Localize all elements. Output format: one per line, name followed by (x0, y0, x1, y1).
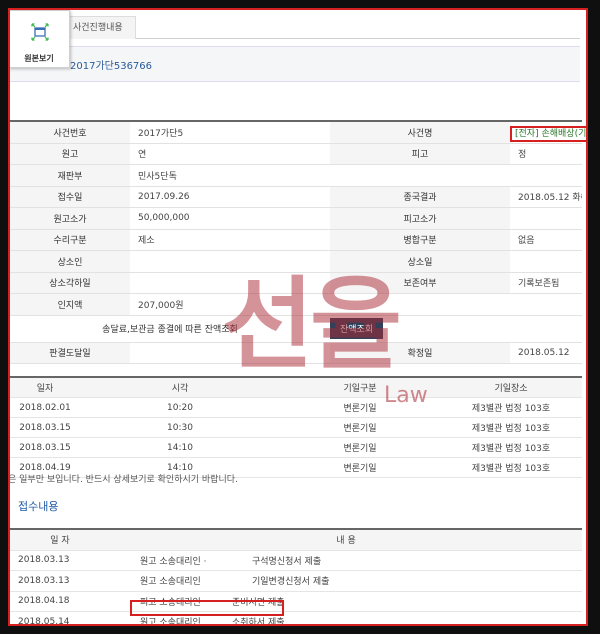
schedule-type: 변론기일 (280, 417, 440, 438)
table-row: 2018.03.13 원고 소송대리인 · 구석명신청서 제출 (10, 550, 583, 571)
receipt-table: 일 자 내 용 2018.03.13 원고 소송대리인 · 구석명신청서 제출 … (10, 528, 583, 624)
received-date-value: 2017.09.26 (130, 186, 330, 208)
watermark-logo: 선율 (222, 266, 402, 383)
confirm-date-value: 2018.05.12 (510, 342, 582, 364)
preserve-value: 기록보존됨 (510, 272, 582, 294)
column-header: 일 자 (10, 528, 110, 551)
schedule-type: 변론기일 (280, 457, 440, 478)
case-number-value: 2017가단5 (130, 120, 330, 144)
table-row: 사건번호 2017가단5 사건명 [전자] 손해배상(기 (10, 120, 586, 144)
schedule-type: 변론기일 (280, 437, 440, 458)
schedule-place: 제3별관 법정 103호 (440, 397, 582, 418)
table-row: 2018.03.15 14:10 변론기일 제3별관 법정 103호 (10, 437, 582, 458)
info-key: 상소인 (10, 250, 130, 273)
schedule-place: 제3별관 법정 103호 (440, 457, 582, 478)
table-row: 2018.03.15 10:30 변론기일 제3별관 법정 103호 (10, 417, 582, 438)
info-key: 피고 (330, 143, 510, 165)
schedule-date: 2018.02.01 (10, 397, 80, 418)
defendant-amount-value (510, 207, 582, 230)
receipt-date: 2018.05.14 (10, 611, 110, 624)
column-header: 내 용 (110, 528, 583, 551)
original-view-label: 원본보기 (24, 54, 54, 63)
schedule-time: 14:10 (80, 437, 280, 458)
table-row: 2018.03.13 원고 소송대리인 기일변경신청서 제출 (10, 570, 583, 592)
receipt-content: 구석명신청서 제출 (222, 550, 583, 571)
table-row: 2018.02.01 10:20 변론기일 제3별관 법정 103호 (10, 397, 582, 418)
schedule-note: 은 일부만 보입니다. 반드시 상세보기로 확인하시기 바랍니다. (8, 475, 238, 485)
original-view-button[interactable]: 원본보기 (10, 10, 70, 68)
column-header: 기일장소 (440, 376, 582, 398)
table-row: 원고소가 50,000,000 피고소가 (10, 207, 582, 230)
appeal-date-value (510, 250, 582, 273)
expand-window-icon (31, 23, 49, 41)
info-key: 접수일 (10, 186, 130, 208)
schedule-place: 제3별관 법정 103호 (440, 437, 582, 458)
receipt-date: 2018.03.13 (10, 550, 110, 571)
info-key: 피고소가 (330, 207, 510, 230)
schedule-time: 10:30 (80, 417, 280, 438)
schedule-date: 2018.03.15 (10, 437, 80, 458)
case-title-bar: 2: 2017가단536766 (10, 46, 580, 82)
final-result-value: 2018.05.12 화해권고 (510, 186, 582, 208)
table-row: 원고 연 피고 정 (10, 143, 582, 165)
table-row: 재판부 민사5단독 (10, 164, 582, 187)
receipt-date: 2018.03.13 (10, 570, 110, 592)
info-key: 원고소가 (10, 207, 130, 230)
receipt-party: 원고 소송대리인 (110, 570, 222, 592)
table-row: 접수일 2017.09.26 종국결과 2018.05.12 화해권고 (10, 186, 582, 208)
watermark-law: Law (384, 383, 428, 408)
acceptance-value: 제소 (130, 229, 330, 251)
section-title: 접수내용 (18, 500, 59, 513)
info-key: 사건명 (330, 120, 510, 144)
court-value: 민사5단독 (130, 164, 582, 187)
tab-progress[interactable]: 사건진행내용 (60, 16, 136, 39)
defendant-value: 정 (510, 143, 582, 165)
table-row: 2018.05.14 원고 소송대리인 소취하서 제출 (10, 611, 583, 624)
info-key: 상소각하일 (10, 272, 130, 294)
info-key: 사건번호 (10, 120, 130, 144)
info-key: 병합구분 (330, 229, 510, 251)
info-key: 수리구분 (10, 229, 130, 251)
table-header-row: 일 자 내 용 (10, 528, 583, 551)
plaintiff-amount-value: 50,000,000 (130, 207, 330, 230)
receipt-date: 2018.04.18 (10, 591, 110, 612)
case-name-value: [전자] 손해배상(기 (510, 125, 586, 142)
merge-value: 없음 (510, 229, 582, 251)
info-key: 재판부 (10, 164, 130, 187)
table-row: 수리구분 제소 병합구분 없음 (10, 229, 582, 251)
receipt-party: 원고 소송대리인 · (110, 550, 222, 571)
schedule-date: 2018.03.15 (10, 417, 80, 438)
highlight-box (130, 600, 284, 616)
case-number-title: 2017가단536766 (70, 61, 153, 72)
info-key: 종국결과 (330, 186, 510, 208)
schedule-place: 제3별관 법정 103호 (440, 417, 582, 438)
info-key: 원고 (10, 143, 130, 165)
schedule-time: 10:20 (80, 397, 280, 418)
receipt-content: 기일변경신청서 제출 (222, 570, 583, 592)
info-key: 판결도달일 (10, 342, 130, 364)
table-row: 2018.04.18 피고 소송대리인 준비서면 제출 (10, 591, 583, 612)
hearing-schedule-table: 일자 시각 기일구분 기일장소 2018.02.01 10:20 변론기일 제3… (10, 376, 582, 478)
column-header: 일자 (10, 376, 80, 398)
info-key: 인지액 (10, 293, 130, 316)
case-detail-frame: 용 사건진행내용 원본보기 2: 2017가단536766 사건번호 2017가… (8, 8, 588, 626)
plaintiff-value: 연 (130, 143, 330, 165)
tab-bar: 용 사건진행내용 (10, 16, 580, 39)
